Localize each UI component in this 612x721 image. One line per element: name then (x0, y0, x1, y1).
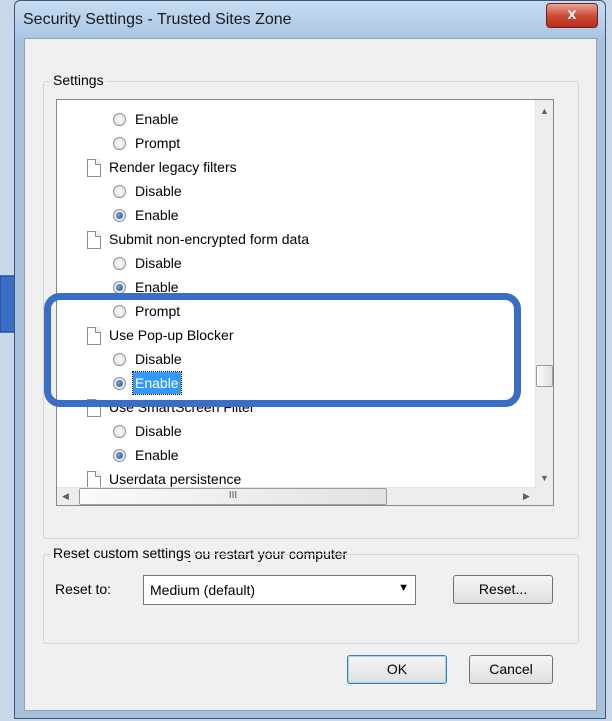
radio-label[interactable]: Enable (135, 444, 179, 466)
reset-to-value: Medium (default) (150, 582, 256, 598)
window-title: Security Settings - Trusted Sites Zone (23, 11, 292, 28)
setting-item: Submit non-encrypted form data (57, 228, 537, 250)
horizontal-thumb-grip: III (228, 490, 238, 501)
radio-button[interactable] (113, 209, 126, 222)
reset-to-dropdown[interactable]: Medium (default) ▼ (143, 575, 416, 605)
scroll-left-icon[interactable]: ◀ (62, 491, 69, 501)
setting-item: Render legacy filters (57, 156, 537, 178)
radio-label[interactable]: Disable (135, 180, 182, 202)
radio-label[interactable]: Disable (135, 252, 182, 274)
horizontal-scroll-thumb[interactable]: III (79, 488, 387, 505)
radio-option[interactable]: Disable (57, 252, 537, 274)
radio-button[interactable] (113, 137, 126, 150)
scroll-down-icon[interactable]: ▼ (540, 473, 549, 483)
radio-label[interactable]: Disable (135, 420, 182, 442)
radio-option[interactable]: Enable (57, 444, 537, 466)
radio-option[interactable]: Enable (57, 204, 537, 226)
cancel-button[interactable]: Cancel (469, 655, 553, 684)
radio-button[interactable] (113, 257, 126, 270)
radio-label[interactable]: Prompt (135, 132, 180, 154)
title-bar[interactable]: Security Settings - Trusted Sites Zone x (15, 1, 605, 39)
radio-button[interactable] (113, 113, 126, 126)
scroll-right-icon[interactable]: ▶ (523, 491, 530, 501)
radio-option[interactable]: Prompt (57, 132, 537, 154)
setting-label: Submit non-encrypted form data (109, 231, 309, 247)
vertical-scrollbar[interactable]: ▲ ▼ (535, 100, 553, 489)
radio-option[interactable]: Disable (57, 420, 537, 442)
reset-button[interactable]: Reset... (453, 575, 553, 604)
settings-group-label: Settings (50, 72, 107, 88)
vertical-scroll-thumb[interactable] (536, 365, 553, 387)
highlight-box (44, 293, 521, 407)
scroll-corner (536, 488, 553, 505)
horizontal-scrollbar[interactable]: ◀ III ▶ (57, 487, 537, 505)
scroll-up-icon[interactable]: ▲ (540, 106, 549, 116)
ok-button[interactable]: OK (347, 655, 447, 684)
setting-document-icon (87, 159, 101, 177)
radio-label[interactable]: Enable (135, 204, 179, 226)
setting-label: Render legacy filters (109, 159, 237, 175)
reset-to-label: Reset to: (55, 581, 112, 597)
close-button[interactable]: x (546, 3, 598, 28)
radio-option[interactable]: Enable (57, 108, 537, 130)
setting-document-icon (87, 231, 101, 249)
radio-option[interactable]: Disable (57, 180, 537, 202)
radio-button[interactable] (113, 449, 126, 462)
radio-button[interactable] (113, 425, 126, 438)
chevron-down-icon[interactable]: ▼ (398, 582, 409, 594)
radio-button[interactable] (113, 185, 126, 198)
reset-group-label: Reset custom settings (50, 545, 194, 561)
radio-label[interactable]: Enable (135, 108, 179, 130)
